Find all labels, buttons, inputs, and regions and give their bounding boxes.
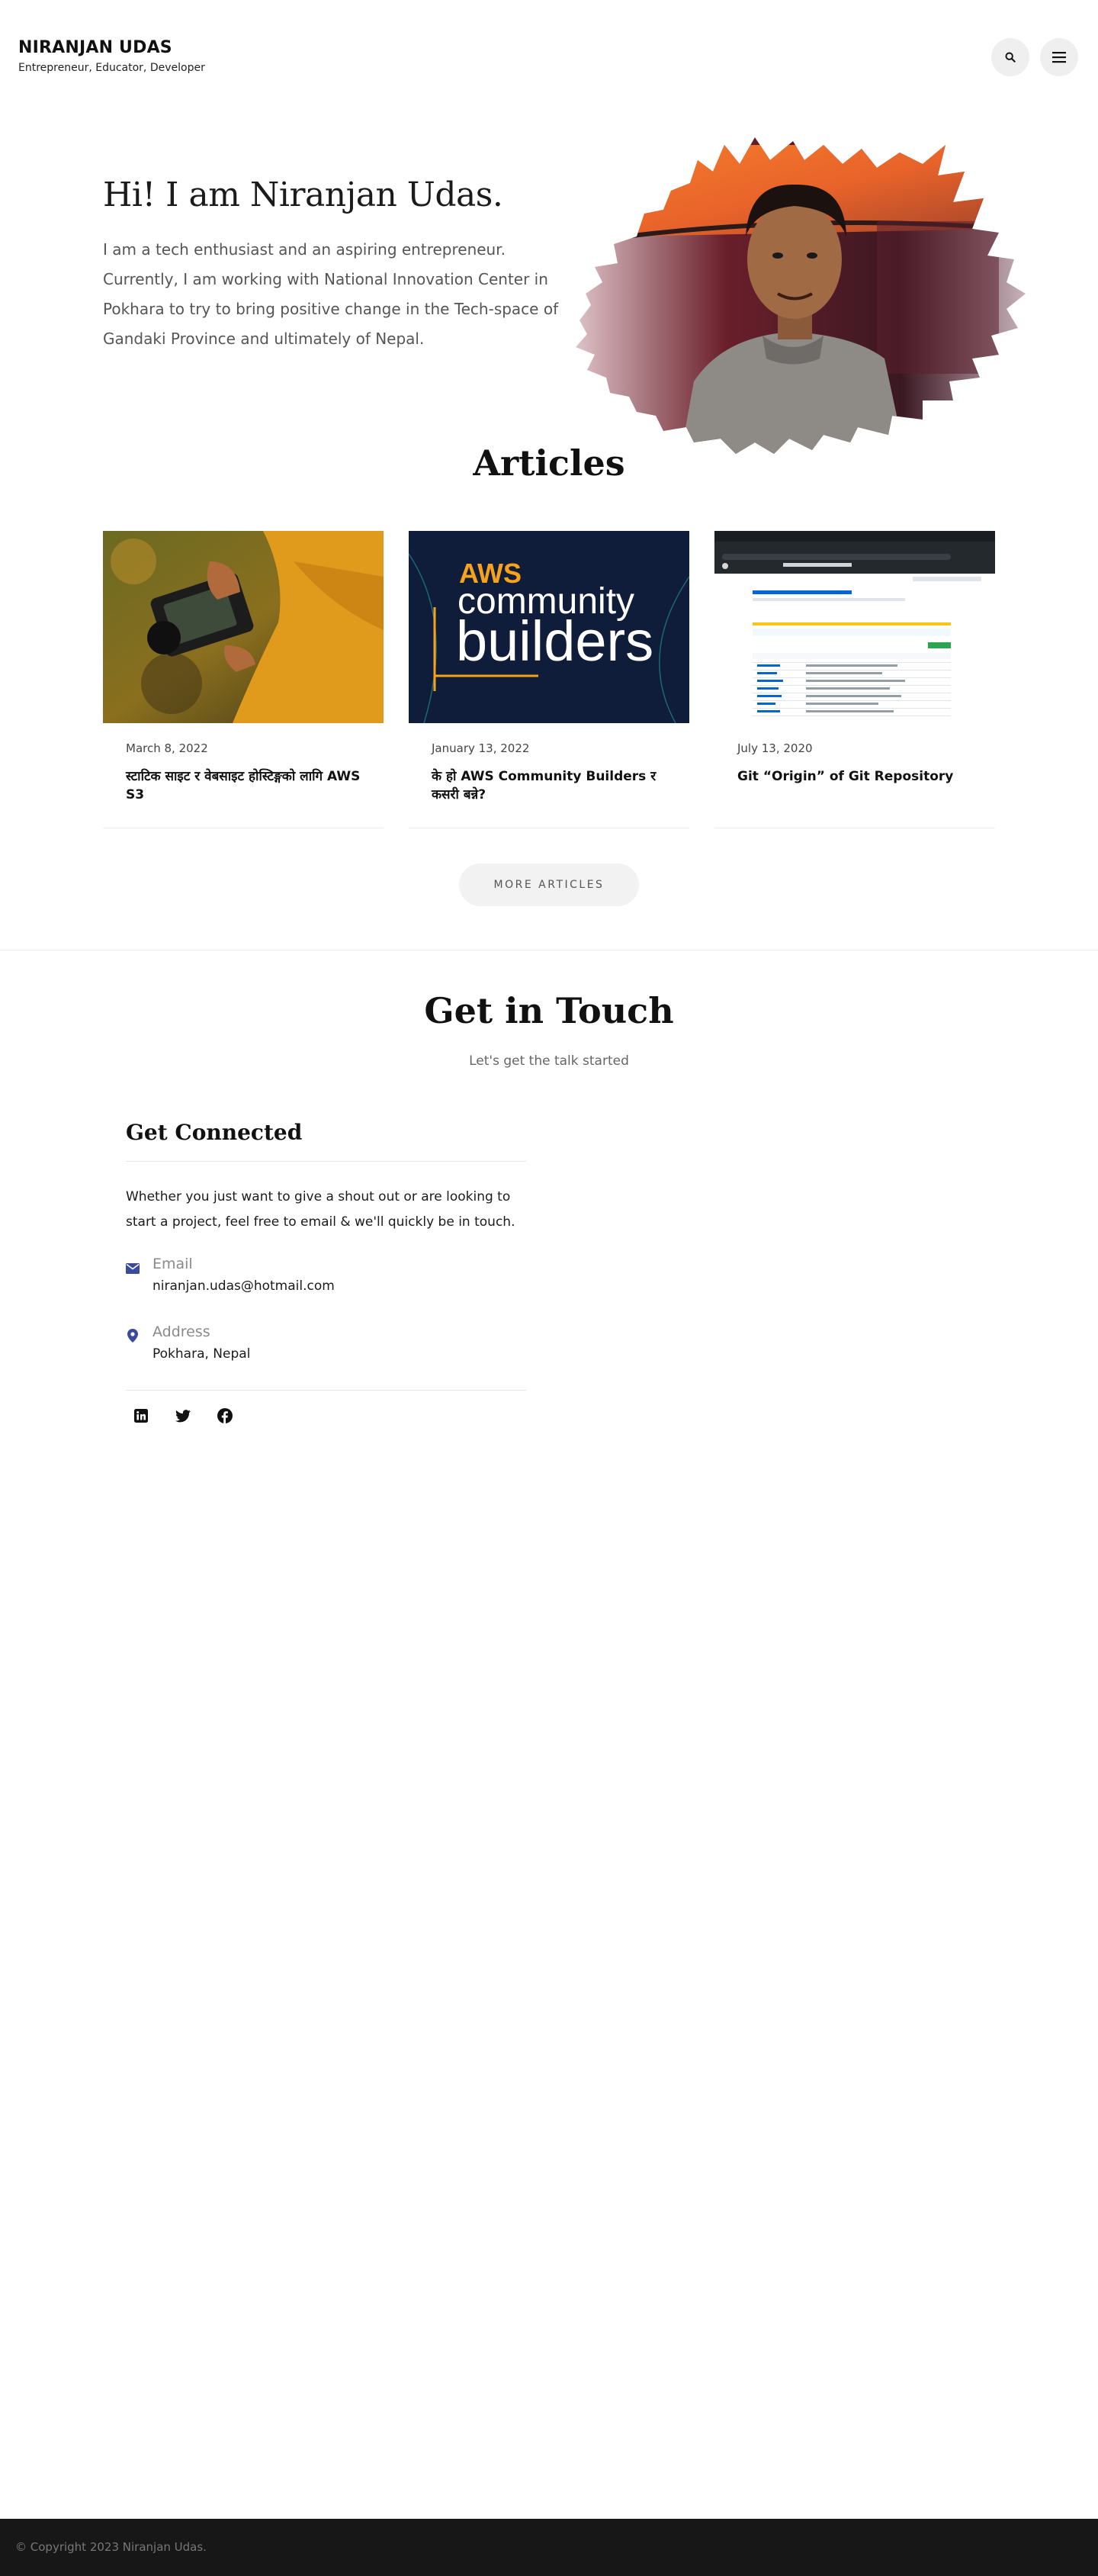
location-pin-icon	[124, 1327, 141, 1344]
site-title[interactable]: NIRANJAN UDAS	[18, 38, 205, 57]
email-label: Email	[152, 1256, 193, 1272]
more-articles-button[interactable]: MORE ARTICLES	[459, 863, 639, 906]
email-value[interactable]: niranjan.udas@hotmail.com	[152, 1278, 335, 1294]
github-screenshot	[714, 531, 995, 723]
menu-button[interactable]	[1040, 38, 1078, 76]
site-header: NIRANJAN UDAS Entrepreneur, Educator, De…	[0, 0, 1098, 114]
menu-icon	[1052, 52, 1066, 63]
divider-line	[126, 1390, 526, 1391]
article-thumbnail[interactable]: AWS community builders	[409, 531, 689, 723]
divider-line	[126, 1161, 526, 1162]
search-icon	[1005, 52, 1016, 63]
article-date: March 8, 2022	[126, 741, 208, 755]
copyright-text: © Copyright 2023 Niranjan Udas.	[15, 2540, 207, 2554]
email-icon	[124, 1260, 141, 1277]
article-card[interactable]: AWS community builders January 13, 2022 …	[409, 531, 689, 828]
brand[interactable]: NIRANJAN UDAS Entrepreneur, Educator, De…	[18, 38, 205, 74]
article-thumbnail[interactable]	[714, 531, 995, 723]
contact-heading: Get in Touch	[424, 990, 674, 1031]
camera-photo	[103, 531, 384, 723]
article-date: January 13, 2022	[432, 741, 530, 755]
hero-intro: I am a tech enthusiast and an aspiring e…	[103, 240, 559, 348]
get-connected-title: Get Connected	[126, 1120, 303, 1145]
article-title[interactable]: Git “Origin” of Git Repository	[737, 767, 981, 786]
article-title[interactable]: के हो AWS Community Builders र कसरी बन्न…	[432, 767, 676, 804]
hero-title: Hi! I am Niranjan Udas.	[103, 175, 503, 214]
site-tagline: Entrepreneur, Educator, Developer	[18, 62, 205, 74]
address-label: Address	[152, 1323, 210, 1340]
profile-photo	[576, 137, 1026, 454]
facebook-icon[interactable]	[214, 1405, 236, 1426]
article-date: July 13, 2020	[737, 741, 813, 755]
search-button[interactable]	[991, 38, 1029, 76]
article-card[interactable]: March 8, 2022 स्टाटिक साइट र वेबसाइट होस…	[103, 531, 384, 828]
banner-builders-text: builders	[456, 609, 653, 673]
article-thumbnail[interactable]	[103, 531, 384, 723]
contact-intro: Whether you just want to give a shout ou…	[126, 1189, 515, 1230]
site-footer: © Copyright 2023 Niranjan Udas.	[0, 2519, 1098, 2576]
contact-subheading: Let's get the talk started	[469, 1053, 629, 1069]
article-card[interactable]: July 13, 2020 Git “Origin” of Git Reposi…	[714, 531, 995, 828]
linkedin-icon[interactable]	[130, 1405, 152, 1426]
aws-community-builders-banner: AWS community builders	[409, 531, 689, 723]
twitter-icon[interactable]	[172, 1405, 194, 1426]
address-value: Pokhara, Nepal	[152, 1346, 251, 1362]
articles-heading: Articles	[473, 442, 625, 484]
articles-grid: March 8, 2022 स्टाटिक साइट र वेबसाइट होस…	[103, 531, 995, 828]
article-title[interactable]: स्टाटिक साइट र वेबसाइट होस्टिङ्गको लागि …	[126, 767, 370, 804]
